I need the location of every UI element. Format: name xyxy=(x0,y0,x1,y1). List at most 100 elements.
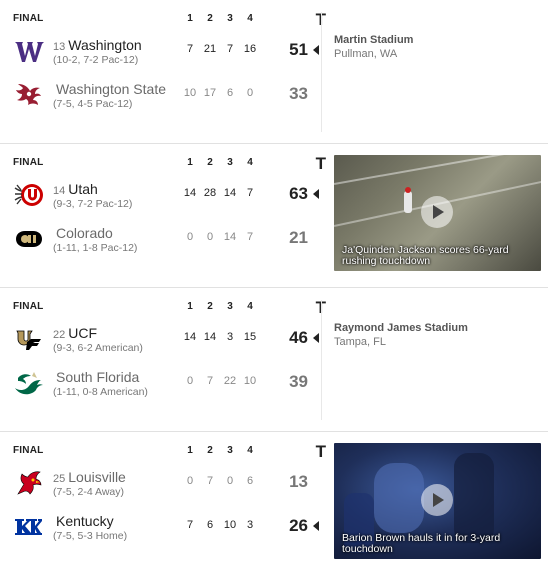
period-header-4: 4 xyxy=(247,445,253,456)
quarter-score: 7 xyxy=(246,187,254,199)
total-score: 39 xyxy=(289,372,308,391)
venue-location: Tampa, FL xyxy=(334,336,386,348)
team-name[interactable]: Kentucky xyxy=(56,513,114,529)
team-name[interactable]: Colorado xyxy=(56,225,113,241)
venue-name: Martin Stadium xyxy=(334,34,414,46)
quarter-score: 6 xyxy=(226,87,234,99)
quarter-score: 3 xyxy=(226,331,234,343)
game-card[interactable]: FINAL 1 2 3 4 T 14 Utah (9-3, 7-2 Pac-12)… xyxy=(0,144,548,288)
team-name[interactable]: Utah xyxy=(68,181,98,197)
period-header-1: 1 xyxy=(187,445,193,456)
quarter-score: 10 xyxy=(223,519,237,531)
team-row[interactable]: 25 Louisville (7-5, 2-4 Away) 0 7 0 6 13 xyxy=(0,462,325,506)
team-name[interactable]: Washington State xyxy=(56,81,166,97)
period-header-total: T xyxy=(315,154,326,173)
game-status: FINAL xyxy=(13,13,44,24)
winner-arrow-icon xyxy=(313,189,319,199)
quarter-score: 0 xyxy=(186,475,194,487)
team-row[interactable]: South Florida (1-11, 0-8 American) 0 7 2… xyxy=(0,362,325,406)
game-status: FINAL xyxy=(13,445,44,456)
ucf-logo xyxy=(14,324,44,354)
team-record: (7-5, 2-4 Away) xyxy=(53,486,125,498)
game-card[interactable]: FINAL 1 2 3 4 T 22UCF (9-3, 6-2 American… xyxy=(0,288,548,432)
kentucky-logo xyxy=(14,512,44,542)
quarter-score: 14 xyxy=(183,187,197,199)
total-score: 46 xyxy=(289,328,308,347)
quarter-score: 7 xyxy=(226,43,234,55)
quarter-score: 7 xyxy=(186,519,194,531)
total-score: 33 xyxy=(289,84,308,103)
team-record: (9-3, 7-2 Pac-12) xyxy=(53,198,133,210)
team-name[interactable]: Louisville xyxy=(68,469,126,485)
team-record: (1-11, 1-8 Pac-12) xyxy=(53,242,138,254)
team-record: (9-3, 6-2 American) xyxy=(53,342,143,354)
colorado-logo xyxy=(14,224,44,254)
louisville-logo xyxy=(14,468,44,498)
game-card[interactable]: FINAL 1 2 3 4 T 13Washington (10-2, 7-2 … xyxy=(0,0,548,144)
game-status: FINAL xyxy=(13,157,44,168)
team-record: (10-2, 7-2 Pac-12) xyxy=(53,54,139,66)
period-header-1: 1 xyxy=(187,301,193,312)
game-status: FINAL xyxy=(13,301,44,312)
venue-location: Pullman, WA xyxy=(334,48,398,60)
team-row[interactable]: Washington State (7-5, 4-5 Pac-12) 10 17… xyxy=(0,74,325,118)
team-name[interactable]: Washington xyxy=(68,37,141,53)
quarter-score: 16 xyxy=(243,43,257,55)
highlight-video[interactable]: Barion Brown hauls it in for 3-yard touc… xyxy=(334,443,541,559)
team-row[interactable]: 14 Utah (9-3, 7-2 Pac-12) 14 28 14 7 63 xyxy=(0,174,325,218)
period-header-2: 2 xyxy=(207,445,213,456)
total-score: 13 xyxy=(289,472,308,491)
quarter-score: 6 xyxy=(206,519,214,531)
quarter-score: 7 xyxy=(186,43,194,55)
utah-logo xyxy=(14,180,44,210)
team-rank: 22 xyxy=(53,329,66,341)
quarter-score: 14 xyxy=(223,231,237,243)
team-record: (7-5, 5-3 Home) xyxy=(53,530,128,542)
quarter-score: 21 xyxy=(203,43,217,55)
south-florida-logo xyxy=(14,368,44,398)
team-row[interactable]: Colorado (1-11, 1-8 Pac-12) 0 0 14 7 21 xyxy=(0,218,325,262)
quarter-score: 14 xyxy=(183,331,197,343)
quarter-score: 0 xyxy=(206,231,214,243)
quarter-score: 0 xyxy=(186,375,194,387)
quarter-score: 17 xyxy=(203,87,217,99)
period-header-3: 3 xyxy=(227,157,233,168)
winner-arrow-icon xyxy=(313,521,319,531)
quarter-score: 0 xyxy=(186,231,194,243)
team-name[interactable]: South Florida xyxy=(56,369,139,385)
quarter-score: 3 xyxy=(246,519,254,531)
period-header-3: 3 xyxy=(227,445,233,456)
team-row[interactable]: 13 Washington (10-2, 7-2 Pac-12) 7 21 7 1… xyxy=(0,30,325,74)
game-card[interactable]: FINAL 1 2 3 4 T 25 Louisville (7-5, 2-4 A… xyxy=(0,432,548,562)
play-icon[interactable] xyxy=(421,196,453,228)
highlight-video[interactable]: Ja'Quinden Jackson scores 66-yard rushin… xyxy=(334,155,541,271)
venue-info: Raymond James Stadium Tampa, FL xyxy=(334,322,468,348)
divider xyxy=(321,12,322,132)
period-header-2: 2 xyxy=(207,301,213,312)
play-icon[interactable] xyxy=(421,484,453,516)
quarter-score: 15 xyxy=(243,331,257,343)
total-score: 26 xyxy=(289,516,308,535)
team-rank: 14 xyxy=(53,185,66,197)
period-header-total: T xyxy=(315,442,326,461)
video-caption: Ja'Quinden Jackson scores 66-yard rushin… xyxy=(342,244,509,267)
venue-info: Martin Stadium Pullman, WA xyxy=(334,34,413,60)
winner-arrow-icon xyxy=(313,45,319,55)
team-name[interactable]: UCF xyxy=(68,325,97,341)
quarter-score: 0 xyxy=(246,87,254,99)
quarter-score: 10 xyxy=(183,87,197,99)
total-score: 21 xyxy=(289,228,308,247)
period-header-3: 3 xyxy=(227,13,233,24)
team-row[interactable]: 22 UCF (9-3, 6-2 American) 14 14 3 15 46 xyxy=(0,318,325,362)
team-row[interactable]: Kentucky (7-5, 5-3 Home) 7 6 10 3 26 xyxy=(0,506,325,550)
team-record: (1-11, 0-8 American) xyxy=(53,386,148,398)
video-caption: Barion Brown hauls it in for 3-yard touc… xyxy=(342,532,501,555)
quarter-score: 14 xyxy=(203,331,217,343)
quarter-score: 7 xyxy=(206,475,214,487)
quarter-score: 10 xyxy=(243,375,257,387)
quarter-score: 0 xyxy=(226,475,234,487)
winner-arrow-icon xyxy=(313,333,319,343)
period-header-4: 4 xyxy=(247,301,253,312)
quarter-score: 7 xyxy=(246,231,254,243)
quarter-score: 28 xyxy=(203,187,217,199)
